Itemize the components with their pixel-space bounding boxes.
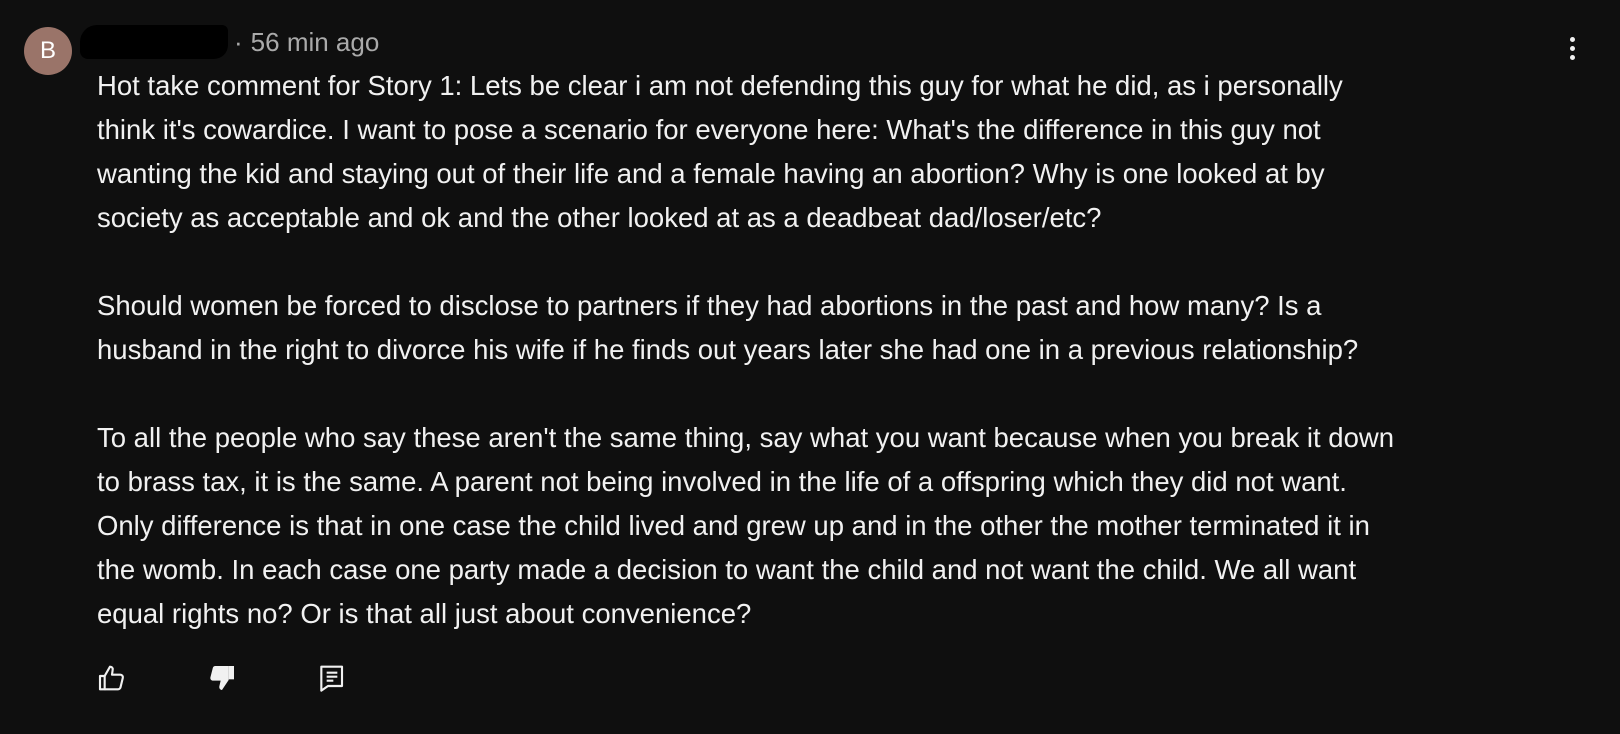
comment-header: · 56 min ago — [80, 22, 379, 62]
comment-thread-item: B · 56 min ago Hot take comment for Story… — [0, 0, 1620, 734]
comment-meta: · 56 min ago — [234, 27, 379, 58]
reply-icon — [320, 665, 344, 692]
like-button[interactable] — [94, 660, 130, 696]
avatar-letter: B — [39, 37, 56, 64]
thumbs-up-icon — [98, 665, 124, 691]
comment-paragraph-2: Should women be forced to disclose to pa… — [97, 290, 1359, 365]
comment-paragraph-1: Hot take comment for Story 1: Lets be cl… — [97, 70, 1343, 233]
comment-timestamp[interactable]: 56 min ago — [251, 27, 380, 57]
more-vertical-icon-dot — [1569, 36, 1575, 42]
more-options-button[interactable] — [1558, 30, 1586, 66]
separator-dot: · — [234, 26, 243, 57]
comment-actions — [94, 660, 350, 696]
username-redacted — [80, 25, 228, 59]
more-vertical-icon-dot — [1569, 54, 1575, 60]
comment-paragraph-3: To all the people who say these aren't t… — [97, 422, 1395, 629]
reply-button[interactable] — [314, 660, 350, 696]
dislike-button[interactable] — [204, 660, 240, 696]
more-vertical-icon-dot — [1569, 45, 1575, 51]
thumbs-down-icon — [210, 666, 234, 690]
avatar[interactable]: B — [24, 27, 72, 75]
comment-body: Hot take comment for Story 1: Lets be cl… — [97, 64, 1602, 636]
